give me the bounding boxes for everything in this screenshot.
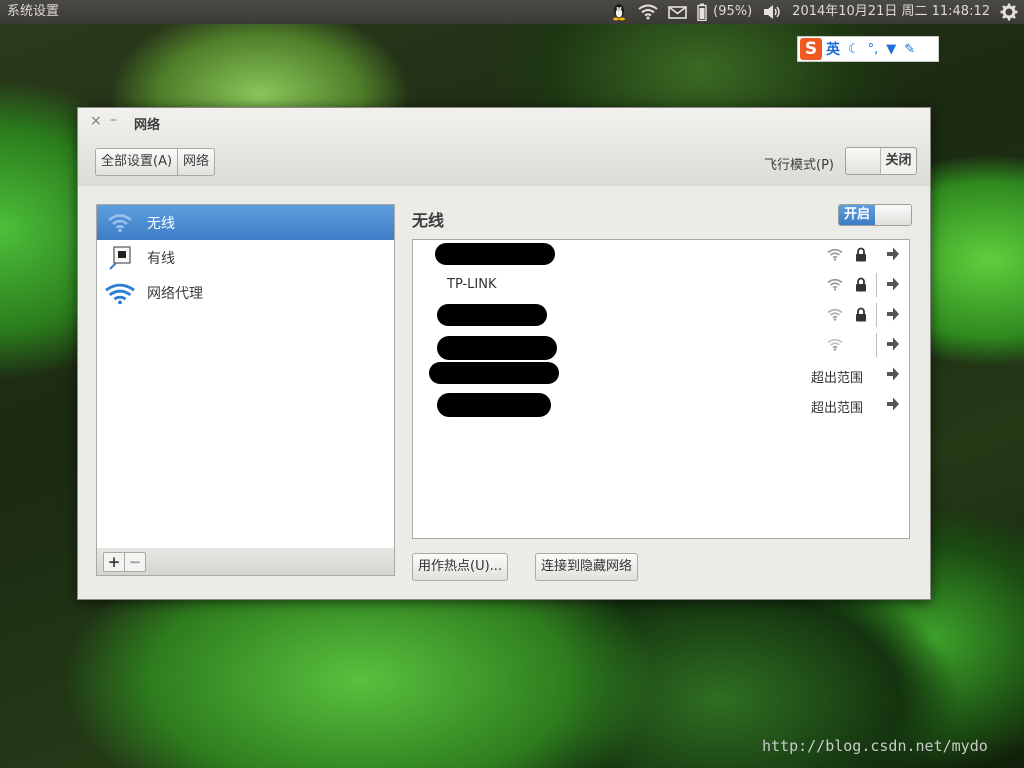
input-method-bar[interactable]: S 英 ☾ °, ▼ ✎	[797, 36, 939, 62]
network-row[interactable]	[413, 300, 909, 330]
network-settings-window: × – 网络 全部设置(A) 网络 飞行模式(P) 关闭 无线 有线 网络代理 …	[77, 107, 931, 600]
redacted-ssid	[435, 243, 555, 265]
breadcrumb: 全部设置(A) 网络	[95, 148, 216, 176]
wifi-switch[interactable]: 开启	[838, 204, 912, 226]
sidebar-item-proxy[interactable]: 网络代理	[97, 275, 394, 310]
redacted-ssid	[437, 304, 547, 326]
lock-icon	[855, 277, 867, 296]
volume-icon[interactable]	[762, 4, 782, 20]
network-device-list: 无线 有线 网络代理	[96, 204, 395, 549]
sidebar-item-label: 有线	[147, 250, 175, 267]
punctuation-icon[interactable]: °,	[868, 42, 879, 57]
sogou-logo-icon[interactable]: S	[800, 38, 822, 60]
window-title: 网络	[134, 118, 161, 133]
signal-icon	[827, 338, 843, 355]
signal-icon	[827, 278, 843, 295]
redacted-ssid	[437, 336, 557, 360]
lock-icon	[855, 247, 867, 266]
arrow-right-icon[interactable]	[886, 366, 900, 386]
row-separator	[876, 273, 877, 297]
moon-icon[interactable]: ☾	[848, 42, 860, 57]
arrow-right-icon[interactable]	[886, 276, 900, 296]
network-row[interactable]: 超出范围	[413, 360, 909, 390]
arrow-right-icon[interactable]	[886, 396, 900, 416]
switch-thumb[interactable]	[846, 148, 881, 174]
watermark: http://blog.csdn.net/mydo	[762, 737, 988, 755]
lock-icon	[855, 307, 867, 326]
clock[interactable]: 2014年10月21日 周二 11:48:12	[792, 0, 990, 24]
wifi-icon	[105, 211, 135, 235]
redacted-ssid	[429, 362, 559, 384]
switch-thumb[interactable]	[875, 205, 911, 225]
row-separator	[876, 333, 877, 357]
system-tray: (95%) 2014年10月21日 周二 11:48:12	[610, 0, 1024, 24]
signal-icon	[827, 308, 843, 325]
wifi-icon[interactable]	[638, 4, 658, 20]
signal-icon	[827, 248, 843, 265]
window-titlebar: × – 网络 全部设置(A) 网络 飞行模式(P) 关闭	[78, 108, 930, 186]
arrow-right-icon[interactable]	[886, 336, 900, 356]
add-device-button[interactable]: +	[104, 553, 124, 571]
arrow-right-icon[interactable]	[886, 306, 900, 326]
network-row[interactable]	[413, 240, 909, 270]
battery-icon[interactable]	[697, 3, 707, 21]
shirt-icon[interactable]: ▼	[886, 42, 896, 57]
all-settings-button[interactable]: 全部设置(A)	[96, 149, 177, 175]
breadcrumb-current[interactable]: 网络	[177, 149, 214, 175]
tux-icon[interactable]	[610, 3, 628, 21]
connect-hidden-network-button[interactable]: 连接到隐藏网络	[535, 553, 639, 581]
minimize-icon[interactable]: –	[110, 112, 117, 128]
row-separator	[876, 303, 877, 327]
proxy-icon	[105, 281, 135, 305]
airplane-mode-switch[interactable]: 关闭	[845, 147, 917, 175]
top-panel: 系统设置 (95%) 2014年10月21日 周二 11:48:12	[0, 0, 1024, 24]
network-row[interactable]: TP-LINK	[413, 270, 909, 300]
network-row[interactable]	[413, 330, 909, 360]
app-title: 系统设置	[7, 4, 60, 19]
battery-percent: (95%)	[713, 4, 753, 19]
out-of-range-label: 超出范围	[811, 371, 864, 386]
network-ssid: TP-LINK	[447, 277, 497, 292]
airplane-mode-state: 关闭	[885, 153, 912, 168]
network-row[interactable]: 超出范围	[413, 390, 909, 420]
airplane-mode-label: 飞行模式(P)	[764, 158, 834, 173]
sidebar-item-wired[interactable]: 有线	[97, 240, 394, 275]
wifi-network-list: TP-LINK 超出范围 超出范围	[412, 239, 910, 539]
redacted-ssid	[437, 393, 551, 417]
sidebar-toolbar: + −	[96, 548, 395, 576]
remove-device-button[interactable]: −	[124, 553, 145, 571]
out-of-range-label: 超出范围	[811, 401, 864, 416]
wrench-icon[interactable]: ✎	[904, 42, 915, 57]
sidebar-item-label: 无线	[147, 215, 175, 232]
close-icon[interactable]: ×	[90, 113, 102, 129]
wired-icon	[105, 245, 135, 270]
wifi-switch-state: 开启	[839, 205, 875, 225]
mail-icon[interactable]	[668, 5, 687, 19]
sidebar-item-label: 网络代理	[147, 285, 203, 302]
ime-language-toggle[interactable]: 英	[826, 39, 840, 59]
gear-icon[interactable]	[1000, 3, 1018, 21]
use-as-hotspot-button[interactable]: 用作热点(U)...	[412, 553, 509, 581]
panel-title: 无线	[412, 211, 445, 230]
arrow-right-icon[interactable]	[886, 246, 900, 266]
sidebar-item-wireless[interactable]: 无线	[97, 205, 394, 240]
add-remove-group: + −	[103, 552, 146, 572]
